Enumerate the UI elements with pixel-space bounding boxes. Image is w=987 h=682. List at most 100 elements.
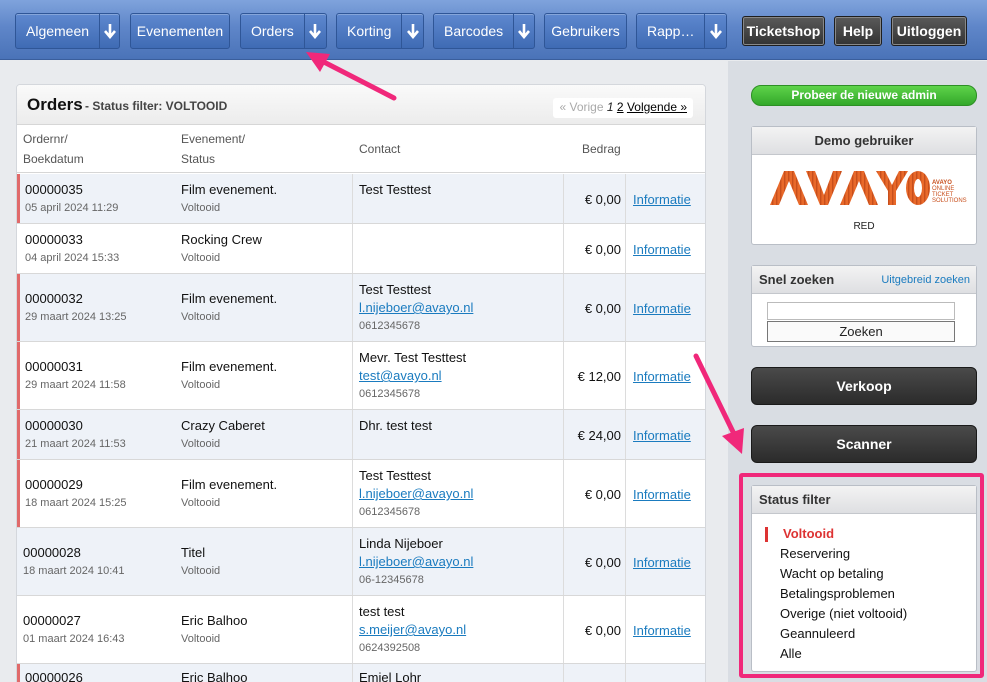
contact-email[interactable]: l.nijeboer@avayo.nl [359, 486, 473, 501]
event-name: Eric Balhoo [181, 670, 248, 682]
nav-rapportages-label: Rapp… [647, 23, 695, 39]
contact-name: Dhr. test test [359, 418, 432, 433]
divider [352, 274, 353, 341]
divider [352, 224, 353, 273]
divider [563, 274, 564, 341]
pagination: « Vorige 1 2 Volgende » [553, 98, 693, 118]
table-row[interactable]: 00000031 29 maart 2024 11:58 Film evenem… [17, 342, 705, 410]
contact-name: test test [359, 604, 405, 619]
search-input[interactable] [767, 302, 955, 320]
info-link[interactable]: Informatie [633, 428, 691, 443]
divider [563, 596, 564, 663]
nav-algemeen-label: Algemeen [26, 23, 90, 39]
table-row[interactable]: 00000035 05 april 2024 11:29 Film evenem… [17, 174, 705, 224]
event-name: Rocking Crew [181, 232, 262, 247]
order-date: 05 april 2024 11:29 [25, 202, 119, 214]
nav-orders[interactable]: Orders [240, 13, 327, 49]
order-number: 00000026 [25, 670, 83, 682]
table-row[interactable]: 00000032 29 maart 2024 13:25 Film evenem… [17, 274, 705, 342]
help-button[interactable]: Help [834, 16, 882, 46]
event-name: Film evenement. [181, 291, 278, 306]
nav-gebruikers[interactable]: Gebruikers [544, 13, 627, 49]
divider [625, 460, 626, 527]
table-row[interactable]: 00000026 Eric Balhoo Emiel Lohr [17, 664, 705, 682]
demo-label: RED [853, 221, 875, 232]
contact-name: Test Testtest [359, 468, 432, 483]
nav-algemeen[interactable]: Algemeen [15, 13, 120, 49]
divider [563, 528, 564, 595]
info-link[interactable]: Informatie [633, 623, 691, 638]
contact-phone: 06-12345678 [359, 574, 424, 586]
arrow-down-icon[interactable] [401, 14, 423, 48]
ticketshop-button[interactable]: Ticketshop [742, 16, 825, 46]
arrow-down-icon[interactable] [303, 14, 326, 48]
quick-search-title: Snel zoeken [759, 272, 835, 287]
contact-email[interactable]: test@avayo.nl [359, 368, 442, 383]
contact-name: Mevr. Test Testtest [359, 350, 467, 365]
arrow-down-icon[interactable] [99, 14, 119, 48]
order-amount: € 0,00 [584, 555, 621, 570]
contact-phone: 0612345678 [359, 388, 421, 400]
nav-evenementen[interactable]: Evenementen [130, 13, 230, 49]
divider [563, 224, 564, 273]
top-navigation: Algemeen Evenementen Orders Korting Barc… [0, 0, 987, 60]
contact-name: Linda Nijeboer [359, 536, 443, 551]
order-number: 00000030 [25, 418, 83, 433]
divider [352, 410, 353, 459]
order-status: Voltooid [181, 633, 221, 645]
annotation-arrow-filter [693, 353, 744, 454]
info-link[interactable]: Informatie [633, 555, 691, 570]
divider [352, 174, 353, 223]
avayo-logo: AVAYO ONLINE TICKET SOLUTIONS [768, 169, 967, 207]
advanced-search-link[interactable]: Uitgebreid zoeken [881, 266, 970, 294]
table-row[interactable]: 00000030 21 maart 2024 11:53 Crazy Caber… [17, 410, 705, 460]
divider [352, 460, 353, 527]
pager-page-1: 1 [606, 100, 614, 114]
col-event-line1: Evenement/ [181, 132, 246, 146]
info-link[interactable]: Informatie [633, 242, 691, 257]
scanner-button[interactable]: Scanner [751, 425, 977, 463]
info-link[interactable]: Informatie [633, 487, 691, 502]
arrow-down-icon[interactable] [704, 14, 726, 48]
nav-barcodes-label: Barcodes [444, 23, 504, 39]
contact-phone: 0624392508 [359, 642, 421, 654]
nav-rapportages[interactable]: Rapp… [636, 13, 727, 49]
info-link[interactable]: Informatie [633, 301, 691, 316]
arrow-down-icon[interactable] [513, 14, 534, 48]
pager-page-2[interactable]: 2 [617, 100, 624, 114]
order-date: 29 maart 2024 13:25 [25, 311, 127, 323]
table-row[interactable]: 00000033 04 april 2024 15:33 Rocking Cre… [17, 224, 705, 274]
annotation-arrow-orders [306, 52, 397, 101]
pager-next[interactable]: Volgende » [627, 100, 687, 114]
order-number: 00000031 [25, 359, 83, 374]
nav-evenementen-label: Evenementen [136, 23, 224, 39]
order-amount: € 0,00 [584, 623, 621, 638]
nav-korting-label: Korting [347, 23, 392, 39]
info-link[interactable]: Informatie [633, 192, 691, 207]
order-amount: € 0,00 [584, 487, 621, 502]
order-amount: € 0,00 [584, 242, 621, 257]
table-row[interactable]: 00000027 01 maart 2024 16:43 Eric Balhoo… [17, 596, 705, 664]
divider [352, 664, 353, 682]
search-button[interactable]: Zoeken [767, 321, 955, 342]
divider [563, 460, 564, 527]
contact-email[interactable]: l.nijeboer@avayo.nl [359, 554, 473, 569]
order-number: 00000032 [25, 291, 83, 306]
info-link[interactable]: Informatie [633, 369, 691, 384]
table-row[interactable]: 00000029 18 maart 2024 15:25 Film evenem… [17, 460, 705, 528]
table-row[interactable]: 00000028 18 maart 2024 10:41 Titel Volto… [17, 528, 705, 596]
col-amount: Bedrag [582, 142, 621, 156]
logout-button[interactable]: Uitloggen [891, 16, 967, 46]
divider [625, 410, 626, 459]
nav-barcodes[interactable]: Barcodes [433, 13, 535, 49]
order-status: Voltooid [181, 438, 221, 450]
sales-button[interactable]: Verkoop [751, 367, 977, 405]
order-date: 18 maart 2024 15:25 [25, 497, 127, 509]
contact-email[interactable]: s.meijer@avayo.nl [359, 622, 466, 637]
divider [563, 410, 564, 459]
order-number: 00000033 [25, 232, 83, 247]
contact-email[interactable]: l.nijeboer@avayo.nl [359, 300, 473, 315]
nav-korting[interactable]: Korting [336, 13, 424, 49]
new-admin-button[interactable]: Probeer de nieuwe admin [751, 85, 977, 106]
contact-phone: 0612345678 [359, 320, 421, 332]
